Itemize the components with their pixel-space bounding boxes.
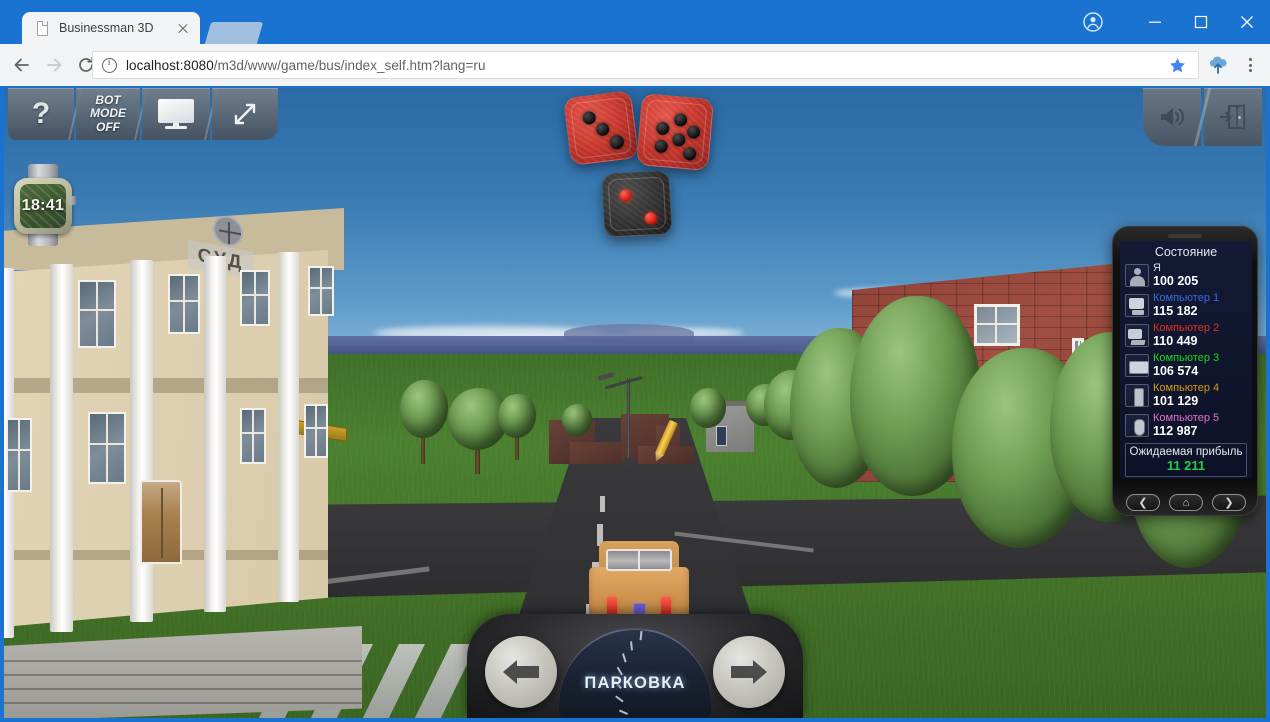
court-building: СУД (4, 208, 362, 718)
die-black (601, 170, 673, 238)
forward-arrow-icon[interactable] (38, 44, 70, 86)
next-button[interactable]: ❯ (1212, 494, 1246, 511)
player-name: Компьютер 1 (1153, 291, 1220, 304)
gear-label: ПАРКОВКА (584, 674, 686, 692)
mouse-icon (1125, 414, 1149, 437)
player-value: 115 182 (1153, 303, 1198, 318)
back-arrow-icon[interactable] (6, 44, 38, 86)
toolbar-right-icons (1202, 44, 1266, 86)
player-row[interactable]: Я 100 205 (1125, 261, 1247, 290)
status-title: Состояние (1154, 245, 1218, 259)
streetlight-pole (627, 378, 630, 462)
phone-nav-bar: ❮ ⌂ ❯ (1113, 494, 1259, 511)
question-mark-icon: ? (31, 97, 51, 130)
gear-previous-button[interactable] (485, 636, 557, 708)
player-value: 100 205 (1153, 273, 1199, 288)
phone-screen: Состояние Я 100 205 Компьютер 1 115 182 (1120, 241, 1252, 479)
player-value: 106 574 (1153, 363, 1199, 378)
player-row[interactable]: Компьютер 3 106 574 (1125, 351, 1247, 380)
close-icon[interactable] (176, 21, 190, 35)
three-dot-menu-icon[interactable] (1234, 44, 1266, 86)
player-name: Компьютер 2 (1153, 321, 1220, 334)
right-arrow-icon (731, 660, 767, 684)
sound-button[interactable] (1143, 88, 1201, 146)
court-entrance-door (140, 480, 182, 564)
browser-tab[interactable]: Businessman 3D (22, 12, 200, 44)
info-icon[interactable] (102, 57, 117, 73)
player-name: Я (1153, 261, 1161, 274)
home-button[interactable]: ⌂ (1169, 494, 1203, 511)
player-value: 101 129 (1153, 393, 1199, 408)
bot-mode-line3: OFF (96, 119, 120, 134)
game-viewport[interactable]: СУД (4, 88, 1266, 718)
crt-icon (1125, 294, 1149, 317)
tab-title: Businessman 3D (59, 21, 154, 35)
brick-window (974, 304, 1020, 346)
new-tab-button[interactable] (204, 22, 264, 44)
bot-mode-line2: MODE (90, 106, 126, 121)
monitor-icon (158, 99, 194, 129)
lcd-icon (1125, 354, 1149, 377)
player-row[interactable]: Компьютер 4 101 129 (1125, 381, 1247, 410)
fullscreen-arrows-icon (234, 103, 256, 125)
profile-avatar-icon[interactable] (1070, 0, 1116, 44)
maximize-button[interactable] (1178, 0, 1224, 44)
gear-indicator-gauge: ПАРКОВКА (559, 628, 711, 718)
phone-speaker (1168, 234, 1202, 238)
expected-profit-box: Ожидаемая прибыль 11 211 (1125, 443, 1247, 477)
car-rear-window (606, 549, 672, 571)
die-red-1 (563, 90, 639, 166)
url-path: /m3d/www/game/bus/index_self.htm?lang=ru (213, 57, 486, 73)
url-host: localhost:8080 (126, 57, 214, 73)
bot-mode-button[interactable]: BOT MODE OFF (76, 88, 140, 140)
browser-window: Businessman 3D i localhost:8080/m3d/www/… (0, 0, 1270, 722)
page-icon (34, 20, 50, 36)
streetlight-base (621, 458, 636, 465)
player-name: Компьютер 4 (1153, 381, 1220, 394)
watch-time: 18:41 (21, 197, 65, 214)
expected-profit-label: Ожидаемая прибыль (1129, 446, 1243, 458)
cloud-upload-icon[interactable] (1202, 44, 1234, 86)
gear-next-button[interactable] (713, 636, 785, 708)
expected-profit-value: 11 211 (1166, 458, 1206, 473)
player-row[interactable]: Компьютер 1 115 182 (1125, 291, 1247, 320)
player-name: Компьютер 5 (1153, 411, 1220, 424)
window-controls (1070, 0, 1270, 44)
monitor-button[interactable] (142, 88, 210, 140)
url-text: localhost:8080/m3d/www/game/bus/index_se… (126, 58, 486, 73)
fullscreen-button[interactable] (212, 88, 278, 140)
hud-toolbar-left: ? BOT MODE OFF (8, 88, 278, 140)
navigation-buttons (6, 44, 102, 86)
prev-button[interactable]: ❮ (1126, 494, 1160, 511)
help-button[interactable]: ? (8, 88, 74, 140)
exit-button[interactable] (1204, 88, 1262, 146)
bot-mode-line1: BOT (95, 92, 121, 107)
player-value: 112 987 (1153, 423, 1198, 438)
player-row[interactable]: Компьютер 2 110 449 (1125, 321, 1247, 350)
player-row[interactable]: Компьютер 5 112 987 (1125, 411, 1247, 440)
status-phone-panel[interactable]: Состояние Я 100 205 Компьютер 1 115 182 (1112, 226, 1258, 516)
lane-marking (600, 496, 605, 512)
watch-face: 18:41 (20, 184, 66, 228)
shed-door (716, 426, 727, 446)
speaker-icon (1161, 108, 1184, 126)
wrist-watch: 18:41 (12, 164, 76, 246)
browser-titlebar: Businessman 3D (0, 0, 1270, 44)
address-bar[interactable]: localhost:8080/m3d/www/game/bus/index_se… (92, 51, 1199, 79)
hud-toolbar-right (1143, 88, 1262, 146)
phone-icon (1125, 384, 1149, 407)
die-red-2 (635, 92, 715, 172)
exit-door-icon (1219, 104, 1245, 130)
crt-icon (1125, 324, 1149, 347)
person-icon (1125, 264, 1149, 287)
minimize-button[interactable] (1132, 0, 1178, 44)
bookmark-star-icon[interactable] (1169, 57, 1186, 79)
left-arrow-icon (503, 660, 539, 684)
browser-toolbar: localhost:8080/m3d/www/game/bus/index_se… (0, 44, 1270, 86)
player-name: Компьютер 3 (1153, 351, 1220, 364)
close-window-button[interactable] (1224, 0, 1270, 44)
gear-control-panel: ПАРКОВКА (467, 614, 803, 718)
watch-crown (70, 196, 76, 205)
player-value: 110 449 (1153, 333, 1198, 348)
